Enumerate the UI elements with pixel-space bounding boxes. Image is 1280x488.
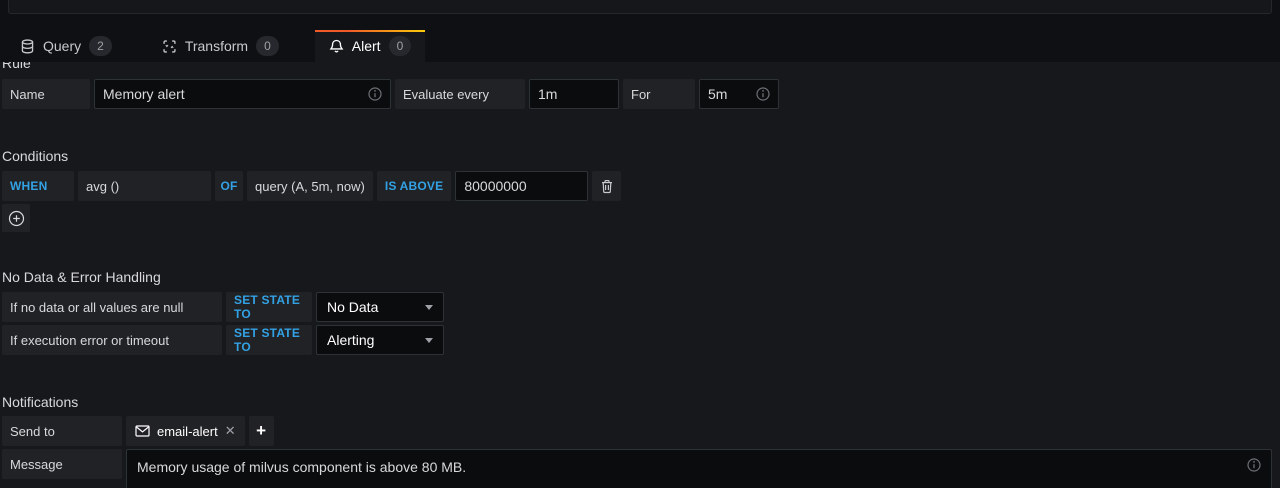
condition-aggregation[interactable]: avg () — [78, 171, 211, 201]
for-input[interactable]: 5m — [699, 79, 779, 109]
condition-when[interactable]: WHEN — [2, 171, 74, 201]
send-to-row: Send to email-alert ✕ + — [2, 416, 1272, 446]
info-icon — [1247, 458, 1261, 472]
no-data-state-select[interactable]: No Data — [316, 292, 444, 322]
rule-row: Name Memory alert Evaluate every 1m For … — [2, 79, 1272, 109]
evaluate-every-label: Evaluate every — [395, 79, 525, 109]
panel-editor-tabbar: Query 2 Transform 0 Alert 0 — [0, 30, 1280, 62]
rule-section-heading: Rule — [2, 62, 1272, 72]
no-data-set-state-label: SET STATE TO — [226, 292, 312, 322]
tab-alert-count: 0 — [389, 36, 412, 56]
condition-row: WHEN avg () OF query (A, 5m, now) IS ABO… — [2, 171, 1272, 201]
evaluate-every-value: 1m — [538, 86, 610, 102]
chevron-down-icon — [425, 338, 433, 343]
send-to-label: Send to — [2, 416, 122, 446]
evaluate-every-input[interactable]: 1m — [529, 79, 619, 109]
condition-query-part[interactable]: query (A, 5m, now) — [247, 171, 373, 201]
plus-circle-icon — [8, 210, 25, 227]
condition-of[interactable]: OF — [215, 171, 243, 201]
threshold-input[interactable]: 80000000 — [455, 171, 588, 201]
recipient-tag: email-alert ✕ — [126, 416, 245, 446]
no-data-state-value: No Data — [327, 299, 378, 315]
error-state-value: Alerting — [327, 332, 374, 348]
no-data-section-heading: No Data & Error Handling — [2, 269, 1272, 286]
condition-evaluator[interactable]: IS ABOVE — [377, 171, 452, 201]
message-value: Memory usage of milvus component is abov… — [137, 459, 466, 475]
conditions-section-heading: Conditions — [2, 148, 1272, 165]
tab-transform-count: 0 — [256, 36, 279, 56]
threshold-value: 80000000 — [464, 178, 579, 194]
for-value: 5m — [708, 86, 750, 102]
add-recipient-button[interactable]: + — [249, 416, 274, 446]
alert-tab-content: Rule Name Memory alert Evaluate every 1m… — [0, 62, 1280, 488]
trash-icon — [600, 179, 614, 194]
name-input[interactable]: Memory alert — [94, 79, 391, 109]
database-icon — [20, 39, 35, 54]
tab-alert-label: Alert — [352, 38, 381, 54]
notifications-section-heading: Notifications — [2, 394, 1272, 411]
add-condition-button[interactable] — [2, 204, 30, 232]
tab-query-count: 2 — [89, 36, 112, 56]
info-icon — [756, 87, 770, 101]
chevron-down-icon — [425, 305, 433, 310]
error-set-state-label: SET STATE TO — [226, 325, 312, 355]
delete-condition-button[interactable] — [592, 171, 621, 201]
bell-icon — [329, 39, 344, 54]
envelope-icon — [135, 425, 150, 437]
tab-alert[interactable]: Alert 0 — [315, 30, 425, 62]
message-label: Message — [2, 449, 122, 479]
no-data-row: If no data or all values are null SET ST… — [2, 292, 1272, 322]
error-state-select[interactable]: Alerting — [316, 325, 444, 355]
for-label: For — [623, 79, 695, 109]
panel-above-edge — [8, 0, 1272, 14]
tab-transform[interactable]: Transform 0 — [148, 30, 293, 62]
message-row: Message Memory usage of milvus component… — [2, 449, 1272, 488]
no-data-label: If no data or all values are null — [2, 292, 222, 322]
name-label: Name — [2, 79, 90, 109]
remove-recipient-icon[interactable]: ✕ — [225, 423, 236, 439]
name-value: Memory alert — [103, 86, 362, 102]
message-textarea[interactable]: Memory usage of milvus component is abov… — [126, 449, 1272, 488]
tab-query[interactable]: Query 2 — [6, 30, 126, 62]
error-handling-row: If execution error or timeout SET STATE … — [2, 325, 1272, 355]
tab-query-label: Query — [43, 38, 81, 54]
recipient-name: email-alert — [157, 424, 218, 439]
process-icon — [162, 39, 177, 54]
error-handling-label: If execution error or timeout — [2, 325, 222, 355]
tab-transform-label: Transform — [185, 38, 248, 54]
info-icon — [368, 87, 382, 101]
